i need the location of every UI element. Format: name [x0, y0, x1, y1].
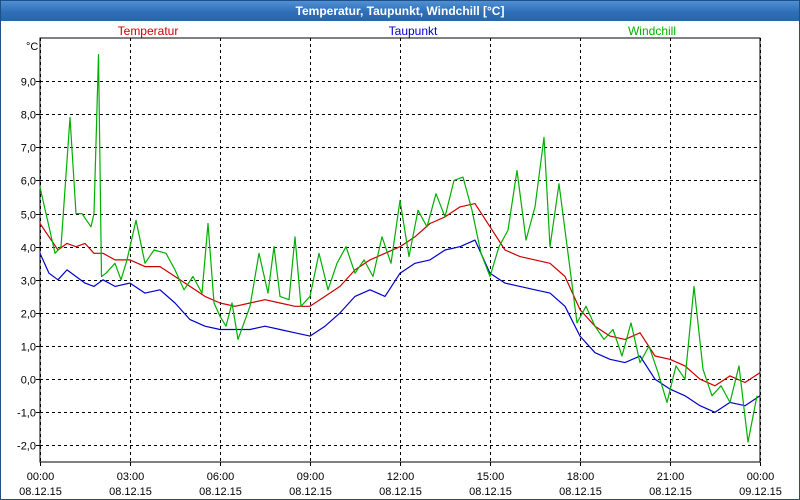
y-tick-label: 2,0: [21, 309, 36, 321]
x-tick-date-label: 08.12.15: [199, 486, 242, 498]
y-tick-label: 7,0: [21, 143, 36, 155]
y-tick-label: -2,0: [17, 441, 36, 453]
x-tick-date-label: 08.12.15: [649, 486, 692, 498]
legend-label-temperatur: Temperatur: [118, 24, 179, 38]
x-tick-date-label: 08.12.15: [289, 486, 332, 498]
x-tick-date-label: 08.12.15: [469, 486, 512, 498]
chart-canvas: -2,0 -1,0 0,0 1,0 2,0 3,0 4,0 5,0 6,0 7,0 8,0 9,0 °C…: [17, 24, 782, 498]
y-axis-unit: °C: [26, 41, 38, 53]
x-tick-time-label: 09:00: [297, 471, 325, 483]
x-tick-date-label: 08.12.15: [559, 486, 602, 498]
x-tick-time-label: 15:00: [477, 471, 505, 483]
y-tick-label: 8,0: [21, 110, 36, 122]
x-tick-date-label: 09.12.15: [739, 486, 782, 498]
x-tick-date-label: 08.12.15: [379, 486, 422, 498]
x-tick-time-label: 12:00: [387, 471, 415, 483]
x-tick-date-label: 08.12.15: [109, 486, 152, 498]
x-tick-time-label: 18:00: [567, 471, 595, 483]
y-tick-label: 0,0: [21, 375, 36, 387]
x-tick-time-label: 00:00: [747, 471, 775, 483]
grid: [39, 37, 761, 463]
x-tick-time-label: 03:00: [117, 471, 145, 483]
y-tick-label: -1,0: [17, 408, 36, 420]
x-tick-time-label: 00:00: [27, 471, 55, 483]
y-tick-label: 1,0: [21, 342, 36, 354]
x-tick-time-label: 21:00: [657, 471, 685, 483]
y-tick-label: 5,0: [21, 210, 36, 222]
y-tick-label: 6,0: [21, 176, 36, 188]
legend: Temperatur Taupunkt Windchill: [118, 24, 676, 38]
x-tick-date-label: 08.12.15: [19, 486, 62, 498]
y-tick-label: 4,0: [21, 243, 36, 255]
legend-label-windchill: Windchill: [628, 24, 676, 38]
y-tick-label: 9,0: [21, 77, 36, 89]
x-tick-time-label: 06:00: [207, 471, 235, 483]
legend-label-taupunkt: Taupunkt: [389, 24, 438, 38]
y-tick-label: 3,0: [21, 276, 36, 288]
